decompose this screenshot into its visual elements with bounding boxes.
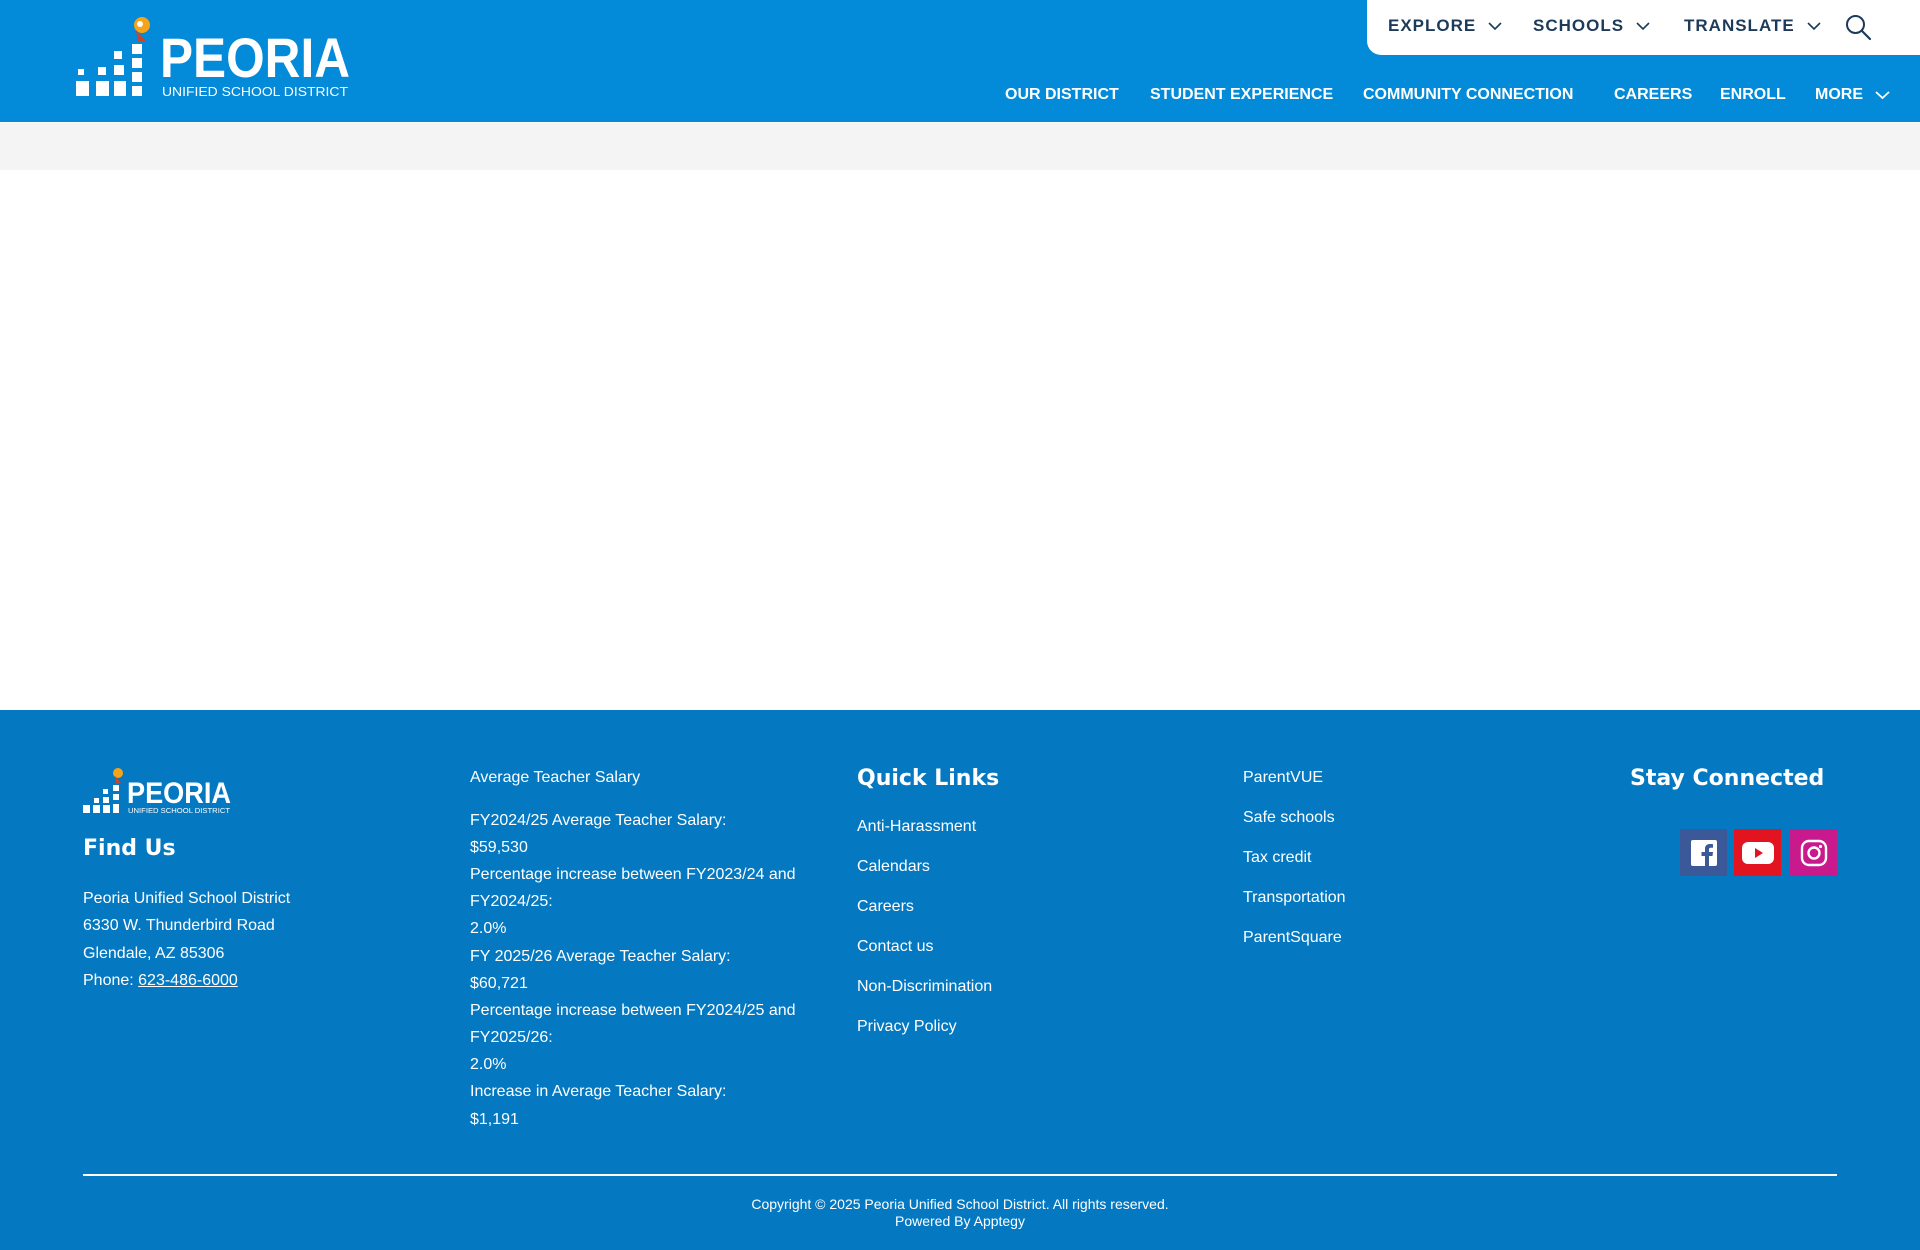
- site-header: PEORIA UNIFIED SCHOOL DISTRICT EXPLORE S…: [0, 0, 1920, 122]
- address-org: Peoria Unified School District: [83, 890, 291, 907]
- footer-link-transportation[interactable]: Transportation: [1243, 889, 1346, 907]
- footer-link-parentsquare[interactable]: ParentSquare: [1243, 929, 1342, 947]
- footer-link-parentvue[interactable]: ParentVUE: [1243, 769, 1323, 787]
- salary-line: Percentage increase between FY2023/24 an…: [470, 866, 796, 883]
- address-city: Glendale, AZ 85306: [83, 945, 225, 962]
- explore-menu[interactable]: EXPLORE: [1388, 0, 1502, 52]
- footer-link-careers[interactable]: Careers: [857, 898, 914, 916]
- address-street: 6330 W. Thunderbird Road: [83, 917, 275, 934]
- salary-title: Average Teacher Salary: [470, 769, 641, 786]
- salary-line: FY2025/26:: [470, 1029, 553, 1046]
- nav-careers[interactable]: CAREERS: [1614, 84, 1692, 106]
- chevron-down-icon: [1875, 90, 1890, 99]
- nav-community-connection[interactable]: COMMUNITY CONNECTION: [1363, 84, 1573, 106]
- facebook-icon[interactable]: [1680, 829, 1727, 876]
- footer-link-tax-credit[interactable]: Tax credit: [1243, 849, 1311, 867]
- schools-menu[interactable]: SCHOOLS: [1533, 0, 1650, 52]
- salary-line: FY2024/25 Average Teacher Salary:: [470, 812, 727, 829]
- search-icon[interactable]: [1844, 13, 1872, 41]
- salary-line: FY2024/25:: [470, 893, 553, 910]
- salary-line: $1,191: [470, 1111, 519, 1128]
- footer-link-non-discrimination[interactable]: Non-Discrimination: [857, 978, 992, 996]
- nav-student-experience[interactable]: STUDENT EXPERIENCE: [1150, 84, 1333, 106]
- breadcrumb-bar: [0, 123, 1920, 170]
- youtube-icon[interactable]: [1734, 829, 1781, 876]
- footer-link-anti-harassment[interactable]: Anti-Harassment: [857, 818, 976, 836]
- nav-our-district[interactable]: OUR DISTRICT: [1005, 84, 1119, 106]
- logo-subtitle: UNIFIED SCHOOL DISTRICT: [162, 84, 348, 99]
- phone-label: Phone:: [83, 972, 139, 989]
- phone-line: Phone: 623-486-6000: [83, 967, 238, 994]
- instagram-icon[interactable]: [1790, 829, 1837, 876]
- quick-links-heading: Quick Links: [857, 766, 1000, 791]
- salary-line: $59,530: [470, 839, 528, 856]
- phone-link[interactable]: 623-486-6000: [138, 972, 238, 989]
- stay-connected-heading: Stay Connected: [1630, 766, 1825, 791]
- footer-logo-subtitle: UNIFIED SCHOOL DISTRICT: [128, 808, 231, 814]
- district-logo[interactable]: PEORIA UNIFIED SCHOOL DISTRICT: [76, 14, 351, 100]
- logo-wordmark: PEORIA: [160, 26, 350, 89]
- salary-line: FY 2025/26 Average Teacher Salary:: [470, 948, 731, 965]
- footer-link-privacy-policy[interactable]: Privacy Policy: [857, 1018, 957, 1036]
- chevron-down-icon: [1636, 21, 1650, 30]
- salary-line: 2.0%: [470, 1056, 507, 1073]
- translate-menu[interactable]: TRANSLATE: [1684, 0, 1821, 52]
- footer-divider: [83, 1174, 1837, 1176]
- salary-line: 2.0%: [470, 920, 507, 937]
- footer-link-calendars[interactable]: Calendars: [857, 858, 930, 876]
- footer-logo[interactable]: PEORIA UNIFIED SCHOOL DISTRICT: [83, 767, 233, 814]
- nav-more-label: MORE: [1815, 86, 1863, 103]
- salary-line: Percentage increase between FY2024/25 an…: [470, 1002, 796, 1019]
- chevron-down-icon: [1807, 21, 1821, 30]
- chevron-down-icon: [1488, 21, 1502, 30]
- schools-label: SCHOOLS: [1533, 16, 1625, 35]
- footer-link-safe-schools[interactable]: Safe schools: [1243, 809, 1335, 827]
- translate-label: TRANSLATE: [1684, 16, 1795, 35]
- find-us-heading: Find Us: [83, 836, 176, 861]
- salary-line: Increase in Average Teacher Salary:: [470, 1083, 727, 1100]
- nav-enroll[interactable]: ENROLL: [1720, 84, 1786, 106]
- explore-label: EXPLORE: [1388, 16, 1477, 35]
- nav-more[interactable]: MORE: [1815, 84, 1890, 106]
- salary-line: $60,721: [470, 975, 528, 992]
- footer-link-contact-us[interactable]: Contact us: [857, 938, 933, 956]
- footer-logo-wordmark: PEORIA: [127, 777, 231, 810]
- copyright-text: Copyright © 2025 Peoria Unified School D…: [751, 1196, 1169, 1212]
- powered-by-link[interactable]: Powered By Apptegy: [0, 1213, 1920, 1229]
- site-footer: PEORIA UNIFIED SCHOOL DISTRICT Find Us P…: [0, 710, 1920, 1250]
